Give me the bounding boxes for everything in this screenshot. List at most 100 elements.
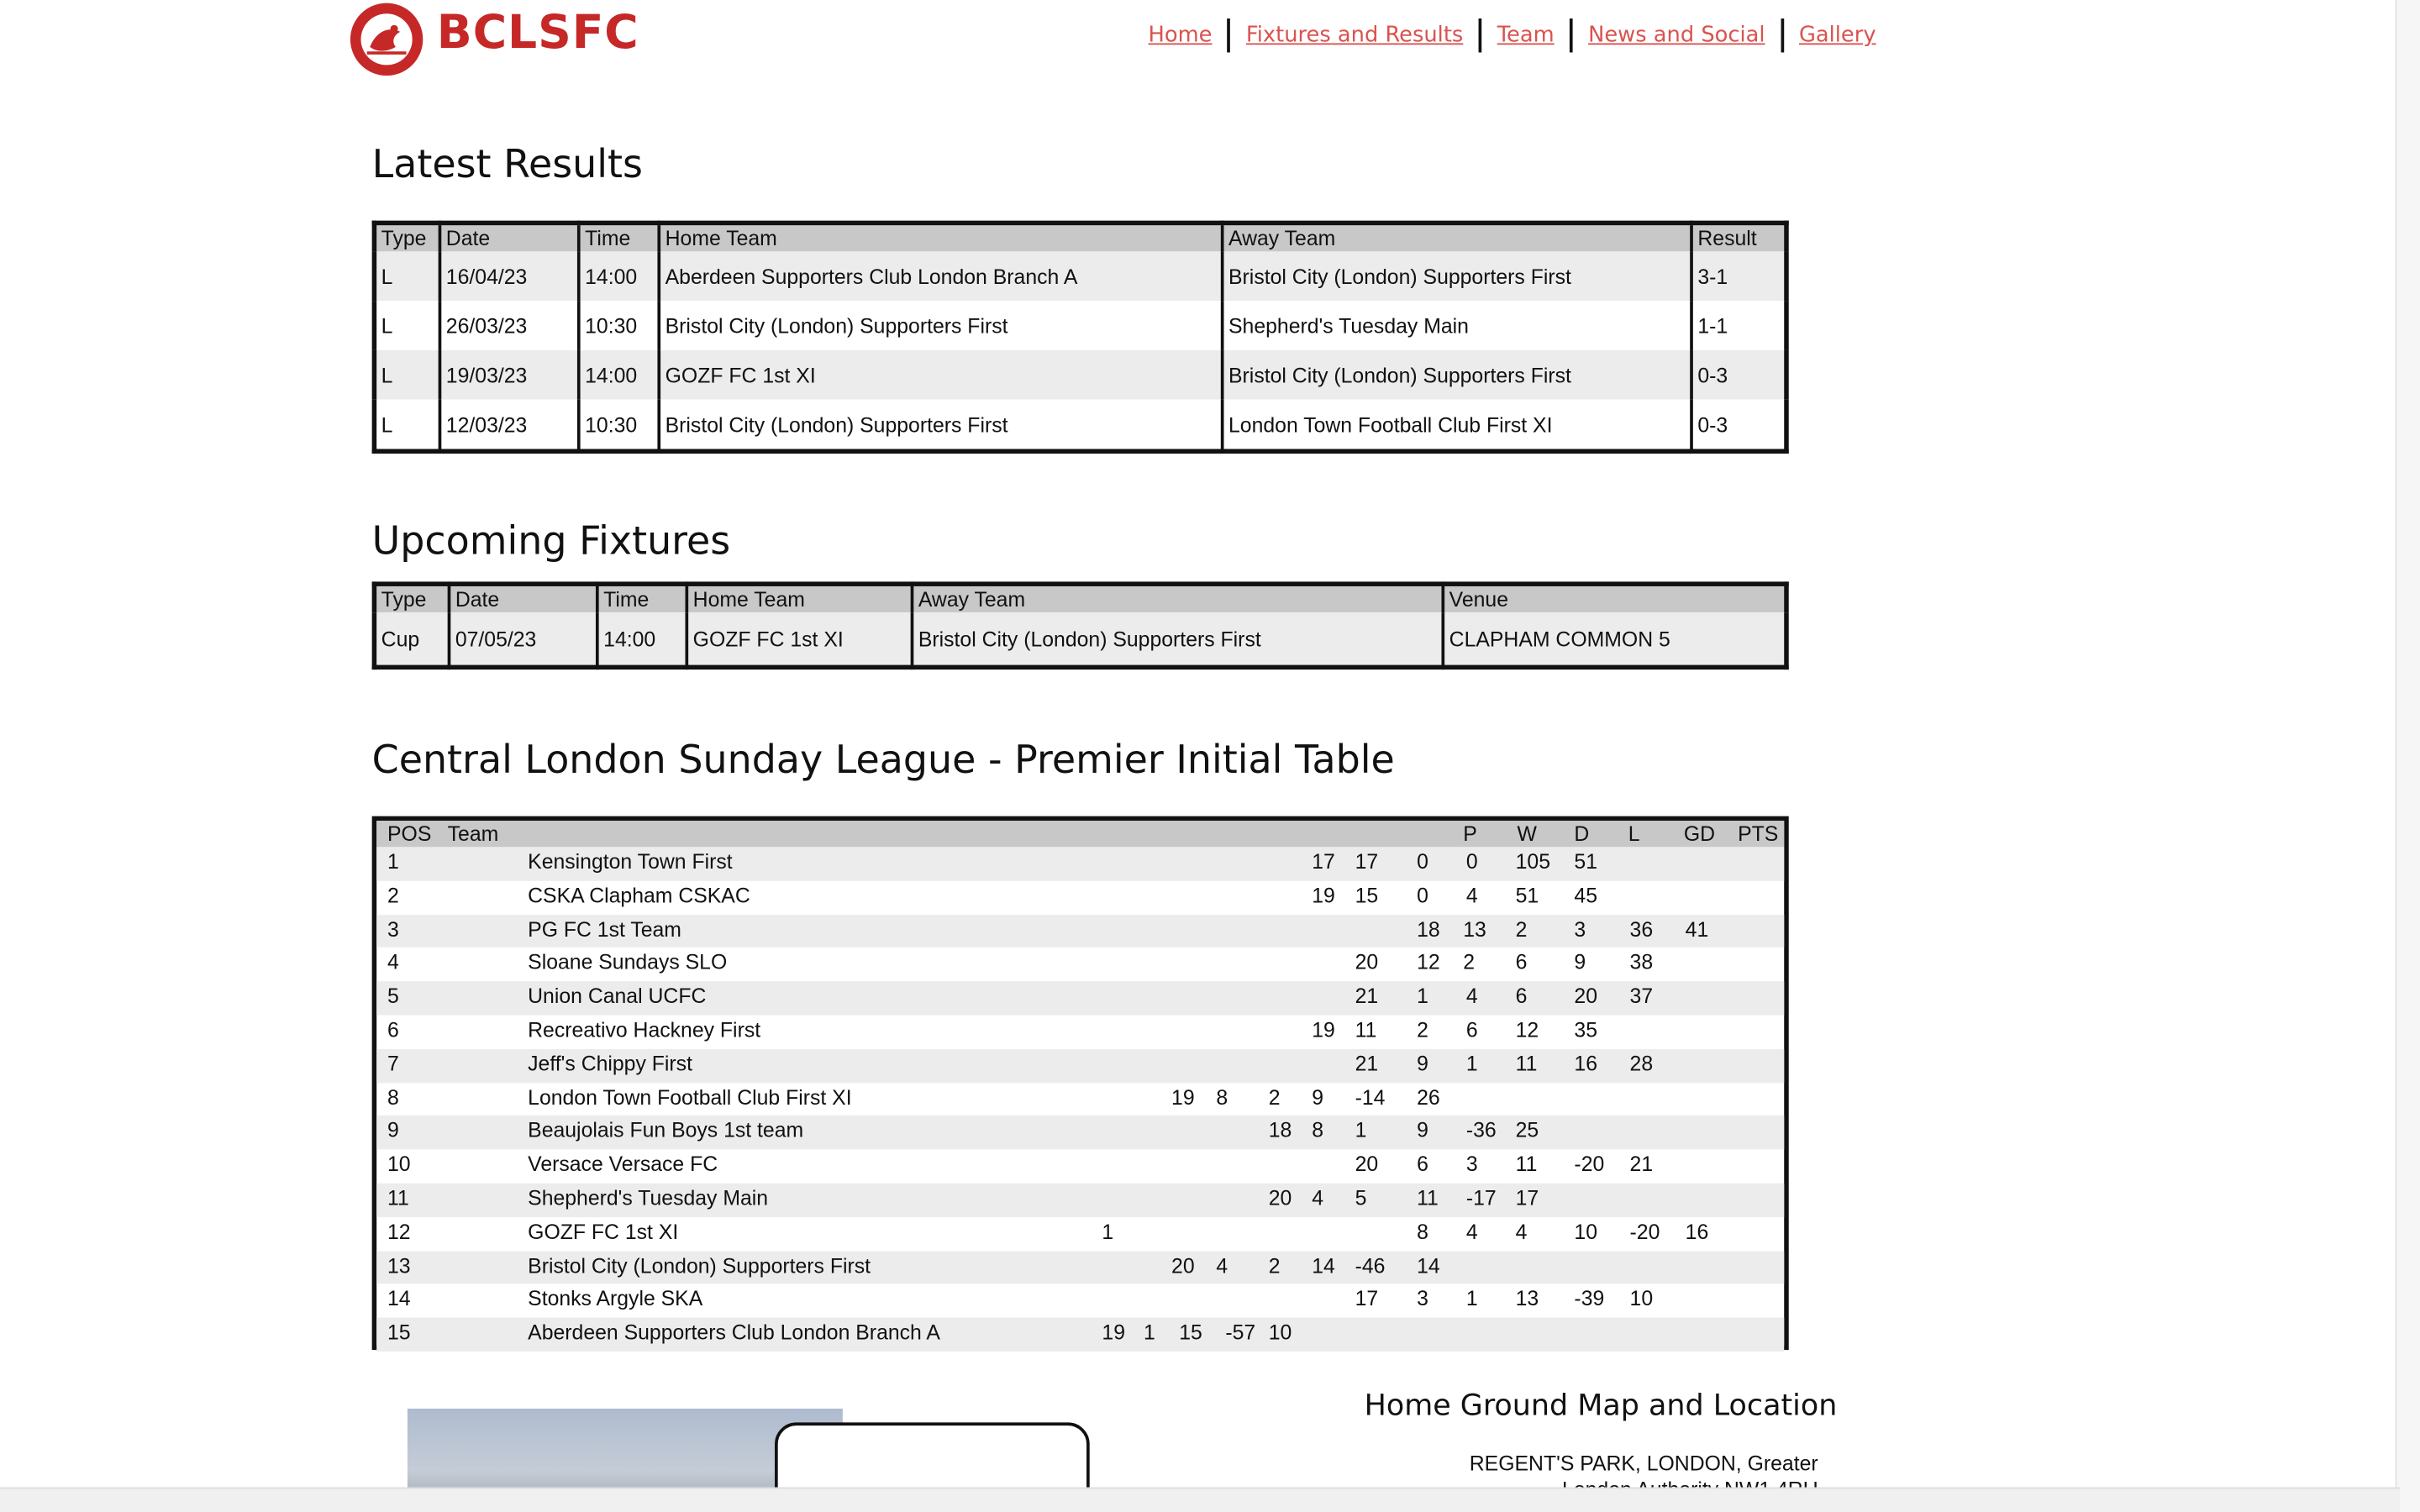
nav-gallery[interactable]: Gallery — [1784, 24, 1891, 48]
table-row: 3 PG FC 1st Team 18 13 2 3 36 41 — [376, 914, 1785, 948]
league-stat: 25 — [1515, 1119, 1539, 1142]
league-team: Beaujolais Fun Boys 1st team — [528, 1119, 804, 1142]
league-team: GOZF FC 1st XI — [528, 1220, 679, 1244]
league-pos: 10 — [387, 1152, 411, 1176]
league-stat: 3 — [1417, 1287, 1428, 1311]
club-crest-icon[interactable] — [349, 2, 424, 77]
league-stat: 8 — [1417, 1220, 1428, 1244]
league-stat: 8 — [1216, 1085, 1228, 1109]
col-header: Venue — [1441, 584, 1788, 613]
league-stat: 21 — [1355, 984, 1379, 1008]
upcoming-fixtures-heading: Upcoming Fixtures — [371, 518, 731, 564]
cell: Cup — [372, 612, 451, 668]
league-stat: 10 — [1574, 1220, 1598, 1244]
league-stat: 8 — [1312, 1119, 1323, 1142]
league-stat: 37 — [1629, 984, 1654, 1008]
results-table: Type Date Time Home Team Away Team Resul… — [371, 220, 1789, 454]
nav-news-social[interactable]: News and Social — [1573, 24, 1781, 48]
league-stat: 4 — [1465, 884, 1478, 907]
league-team: Stonks Argyle SKA — [528, 1287, 703, 1311]
cell: Bristol City (London) Supporters First — [657, 399, 1224, 452]
league-stat: 17 — [1515, 1186, 1539, 1210]
league-stat: 21 — [1355, 1052, 1379, 1075]
nav-fixtures-results[interactable]: Fixtures and Results — [1230, 24, 1478, 48]
league-stat: 6 — [1515, 984, 1528, 1008]
league-pos: 9 — [387, 1119, 399, 1142]
fixtures-table: Type Date Time Home Team Away Team Venue… — [371, 581, 1789, 670]
league-stat: 19 — [1102, 1320, 1126, 1345]
league-stat: 10 — [1629, 1287, 1654, 1311]
league-pos: 13 — [387, 1253, 411, 1278]
league-stat: 17 — [1355, 1287, 1379, 1311]
site-brand[interactable]: BCLSFC — [437, 6, 639, 60]
league-stat: 3 — [1574, 917, 1586, 941]
league-team: Union Canal UCFC — [528, 984, 707, 1008]
table-row: 7 Jeff's Chippy First 21 9 1 11 16 28 — [376, 1048, 1785, 1083]
league-stat: 10 — [1268, 1320, 1292, 1345]
horizontal-scrollbar[interactable] — [0, 1487, 2401, 1512]
league-team: Versace Versace FC — [528, 1152, 718, 1176]
league-pos: 1 — [387, 850, 399, 874]
table-row: 15 Aberdeen Supporters Club London Branch… — [376, 1317, 1785, 1352]
league-stat: 1 — [1465, 1052, 1478, 1075]
league-stat: 21 — [1629, 1152, 1654, 1176]
league-pos: 11 — [387, 1186, 409, 1210]
league-stat: -17 — [1465, 1186, 1497, 1210]
league-stat: 51 — [1574, 850, 1598, 874]
latest-results-heading: Latest Results — [371, 141, 643, 187]
col-header: Date — [447, 584, 599, 613]
league-stat: 11 — [1515, 1052, 1538, 1075]
league-pos: 12 — [387, 1220, 411, 1244]
league-stat: 1 — [1355, 1119, 1367, 1142]
league-stat: 11 — [1355, 1018, 1377, 1042]
league-stat: 28 — [1629, 1052, 1654, 1075]
league-stat: 2 — [1463, 951, 1475, 974]
league-stat: 16 — [1685, 1220, 1709, 1244]
nav-home[interactable]: Home — [1133, 24, 1228, 48]
cell: Bristol City (London) Supporters First — [910, 612, 1445, 668]
results-header-row: Type Date Time Home Team Away Team Resul… — [372, 223, 1788, 252]
table-row: 6 Recreativo Hackney First 19 11 2 6 12 35 — [376, 1016, 1784, 1049]
col-header: Away Team — [910, 584, 1445, 613]
cell: London Town Football Club First XI — [1220, 399, 1693, 452]
col-header: Home Team — [685, 584, 914, 613]
league-header-row: POS Team P W D L GD PTS — [376, 821, 1785, 848]
page: BCLSFC Home Fixtures and Results Team Ne… — [0, 0, 2420, 1512]
league-pos: 3 — [387, 917, 399, 941]
league-stat: 45 — [1574, 884, 1598, 907]
cell: 0-3 — [1690, 399, 1788, 452]
table-row: 12 GOZF FC 1st XI 1 8 4 4 10 -20 16 — [376, 1217, 1784, 1251]
col-header: W — [1517, 822, 1537, 846]
league-team: Recreativo Hackney First — [528, 1018, 761, 1042]
nav-team[interactable]: Team — [1481, 24, 1570, 48]
league-pos: 4 — [387, 951, 399, 974]
cell: 14:00 — [595, 612, 689, 668]
league-pos: 6 — [387, 1018, 399, 1042]
league-pos: 14 — [387, 1287, 411, 1311]
league-stat: 17 — [1312, 850, 1335, 874]
col-header: Result — [1690, 223, 1788, 252]
cell: 3-1 — [1690, 251, 1788, 302]
league-stat: 12 — [1417, 951, 1440, 974]
col-header: Team — [447, 822, 499, 846]
league-stat: 11 — [1515, 1152, 1538, 1176]
col-header: P — [1463, 822, 1477, 846]
cell: 14:00 — [576, 349, 661, 400]
table-row: 13 Bristol City (London) Supporters First… — [376, 1250, 1785, 1284]
league-stat: 0 — [1417, 850, 1428, 874]
table-row: L 26/03/23 10:30 Bristol City (London) S… — [372, 301, 1788, 350]
league-stat: 36 — [1629, 917, 1654, 941]
league-stat: 19 — [1312, 1018, 1335, 1042]
table-row: 8 London Town Football Club First XI 19 8 2 9… — [376, 1083, 1784, 1116]
league-table: POS Team P W D L GD PTS 1 Kensington Town… — [371, 816, 1789, 1352]
league-stat: 2 — [1515, 917, 1528, 941]
league-stat: 20 — [1574, 984, 1598, 1008]
table-row: 11 Shepherd's Tuesday Main 20 4 5 11 -17 17 — [376, 1183, 1785, 1217]
col-header: Date — [438, 223, 581, 252]
league-stat: 4 — [1465, 1220, 1478, 1244]
league-stat: 14 — [1312, 1253, 1335, 1278]
vertical-scrollbar[interactable] — [2395, 0, 2420, 1512]
league-stat: 2 — [1268, 1253, 1281, 1278]
league-stat: -20 — [1629, 1220, 1660, 1244]
league-stat: 1 — [1465, 1287, 1478, 1311]
